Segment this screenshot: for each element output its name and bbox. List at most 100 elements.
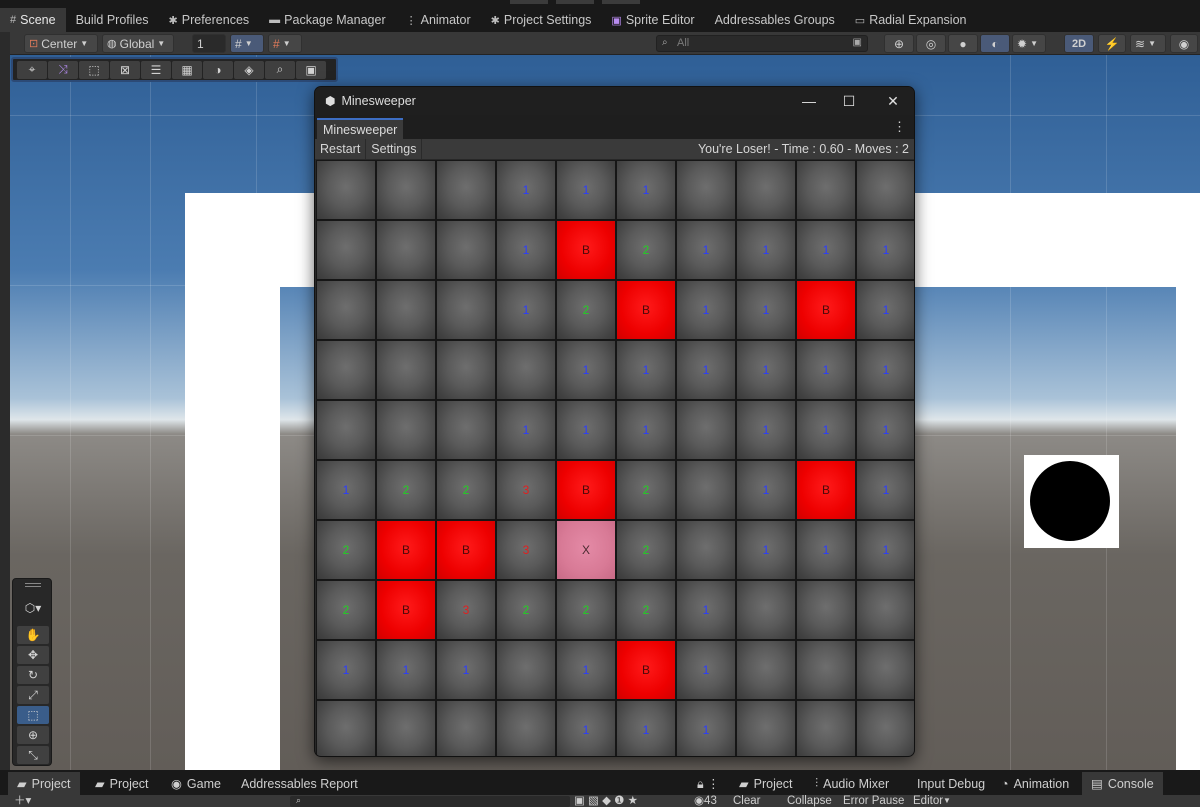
board-cell[interactable]: B [796, 280, 856, 340]
board-cell[interactable] [376, 400, 436, 460]
board-cell[interactable]: 2 [496, 580, 556, 640]
shuffle-icon[interactable]: ⤨ [48, 60, 78, 79]
board-cell[interactable]: 2 [316, 520, 376, 580]
board-cell[interactable]: 1 [316, 460, 376, 520]
restart-button[interactable]: Restart [315, 139, 367, 159]
board-cell[interactable]: 1 [616, 700, 676, 756]
collapse-button[interactable]: Collapse [787, 795, 832, 807]
tab-package-manager[interactable]: ▬ Package Manager [259, 8, 395, 32]
board-cell[interactable]: 1 [496, 220, 556, 280]
board-cell[interactable]: B [556, 220, 616, 280]
rect-tool-icon[interactable]: ⬚ [17, 706, 49, 724]
board-cell[interactable]: 1 [556, 160, 616, 220]
board-cell[interactable]: 1 [676, 220, 736, 280]
tab-input-debug[interactable]: Input Debug [908, 772, 994, 795]
tab-game[interactable]: ◉ Game [162, 772, 230, 795]
board-cell[interactable]: 1 [376, 640, 436, 700]
board-cell[interactable] [676, 160, 736, 220]
board-cell[interactable]: 1 [736, 400, 796, 460]
lighting-toggle[interactable]: ⚡ [1098, 34, 1126, 53]
board-cell[interactable]: 2 [616, 580, 676, 640]
board-cell[interactable]: 1 [556, 340, 616, 400]
grid-size-field[interactable]: 1 [192, 34, 226, 53]
board-cell[interactable] [796, 640, 856, 700]
tab-project[interactable]: ▰ Project [8, 772, 80, 795]
board-cell[interactable]: B [556, 460, 616, 520]
filter-icons[interactable]: ▣ ▧ ◆ ❶ ★ [574, 795, 638, 807]
tab-preferences[interactable]: ✱ Preferences [159, 8, 260, 32]
board-cell[interactable]: 1 [616, 340, 676, 400]
tab-audio-mixer[interactable]: ⫶ Audio Mixer [806, 772, 898, 795]
board-cell[interactable]: 1 [856, 340, 914, 400]
board-cell[interactable] [376, 280, 436, 340]
board-cell[interactable] [796, 160, 856, 220]
board-cell[interactable]: B [376, 520, 436, 580]
board-cell[interactable]: 2 [376, 460, 436, 520]
board-cell[interactable] [856, 700, 914, 756]
board-cell[interactable]: 1 [856, 520, 914, 580]
board-cell[interactable]: 1 [736, 340, 796, 400]
sliders-icon[interactable]: ☰ [141, 60, 171, 79]
add-dropdown[interactable]: ＋▾ [14, 795, 31, 807]
board-cell[interactable] [316, 220, 376, 280]
contrast-icon[interactable]: ◑ [203, 60, 233, 79]
magnifier-icon[interactable]: ⌕ [265, 60, 295, 79]
increment-snap-toggle[interactable]: # ▼ [268, 34, 302, 53]
scale-tool-icon[interactable]: ⤢ [17, 686, 49, 704]
lock-icon[interactable]: 🔒︎ ⋮ [688, 772, 729, 795]
drag-handle[interactable] [510, 0, 548, 4]
board-cell[interactable]: 1 [736, 220, 796, 280]
object-mode-dropdown[interactable]: ⬡▾ [17, 599, 49, 617]
board-cell[interactable] [496, 640, 556, 700]
close-icon[interactable]: ✕ [881, 91, 905, 111]
board-cell[interactable] [856, 640, 914, 700]
layers-icon[interactable]: ◈ [234, 60, 264, 79]
board-cell[interactable] [376, 160, 436, 220]
board-cell[interactable]: 1 [736, 460, 796, 520]
board-cell[interactable] [316, 340, 376, 400]
board-cell[interactable]: B [616, 640, 676, 700]
custom-tool-icon[interactable]: ⤡ [17, 746, 49, 764]
board-cell[interactable]: 1 [616, 400, 676, 460]
board-cell[interactable] [376, 340, 436, 400]
board-cell[interactable]: 2 [616, 520, 676, 580]
shading-wireframe-button[interactable]: ◎ [916, 34, 946, 53]
board-cell[interactable] [736, 580, 796, 640]
tab-scene[interactable]: # Scene [0, 8, 66, 32]
board-cell[interactable] [796, 700, 856, 756]
board-cell[interactable]: 1 [796, 220, 856, 280]
transform-tool-icon[interactable]: ⊕ [17, 726, 49, 744]
board-cell[interactable] [796, 580, 856, 640]
board-cell[interactable] [496, 340, 556, 400]
sprite-object[interactable] [1024, 455, 1119, 548]
tab-addressables-groups[interactable]: Addressables Groups [705, 8, 845, 32]
shading-shaded-button[interactable]: ◐ [980, 34, 1010, 53]
board-cell[interactable]: 1 [676, 580, 736, 640]
board-cell[interactable] [676, 400, 736, 460]
pivot-dropdown[interactable]: ⊡ Center ▼ [24, 34, 98, 53]
board-cell[interactable] [316, 400, 376, 460]
board-cell[interactable]: 1 [556, 700, 616, 756]
effects-dropdown[interactable]: ≋ ▼ [1130, 34, 1166, 53]
board-cell[interactable] [676, 520, 736, 580]
board-cell[interactable]: B [436, 520, 496, 580]
editor-dropdown[interactable]: Editor ▼ [913, 795, 951, 807]
board-cell[interactable]: 1 [676, 640, 736, 700]
board-cell[interactable]: 1 [736, 280, 796, 340]
board-cell[interactable]: 1 [736, 520, 796, 580]
transform-icon[interactable]: ⊠ [110, 60, 140, 79]
tab-sprite-editor[interactable]: ▣ Sprite Editor [601, 8, 704, 32]
tab-build-profiles[interactable]: Build Profiles [66, 8, 159, 32]
drag-handle[interactable] [602, 0, 640, 4]
tab-addressables-report[interactable]: Addressables Report [232, 772, 367, 795]
board-cell[interactable] [436, 700, 496, 756]
board-cell[interactable]: 1 [676, 340, 736, 400]
tab-project-2[interactable]: ▰ Project [86, 772, 158, 795]
board-cell[interactable]: 1 [676, 280, 736, 340]
board-cell[interactable] [736, 700, 796, 756]
board-cell[interactable]: B [376, 580, 436, 640]
board-cell[interactable]: 2 [556, 580, 616, 640]
draw-mode-button[interactable]: ⊕ [884, 34, 914, 53]
compass-icon[interactable]: ⌖ [17, 60, 47, 79]
tab-project-settings[interactable]: ✱ Project Settings [481, 8, 602, 32]
